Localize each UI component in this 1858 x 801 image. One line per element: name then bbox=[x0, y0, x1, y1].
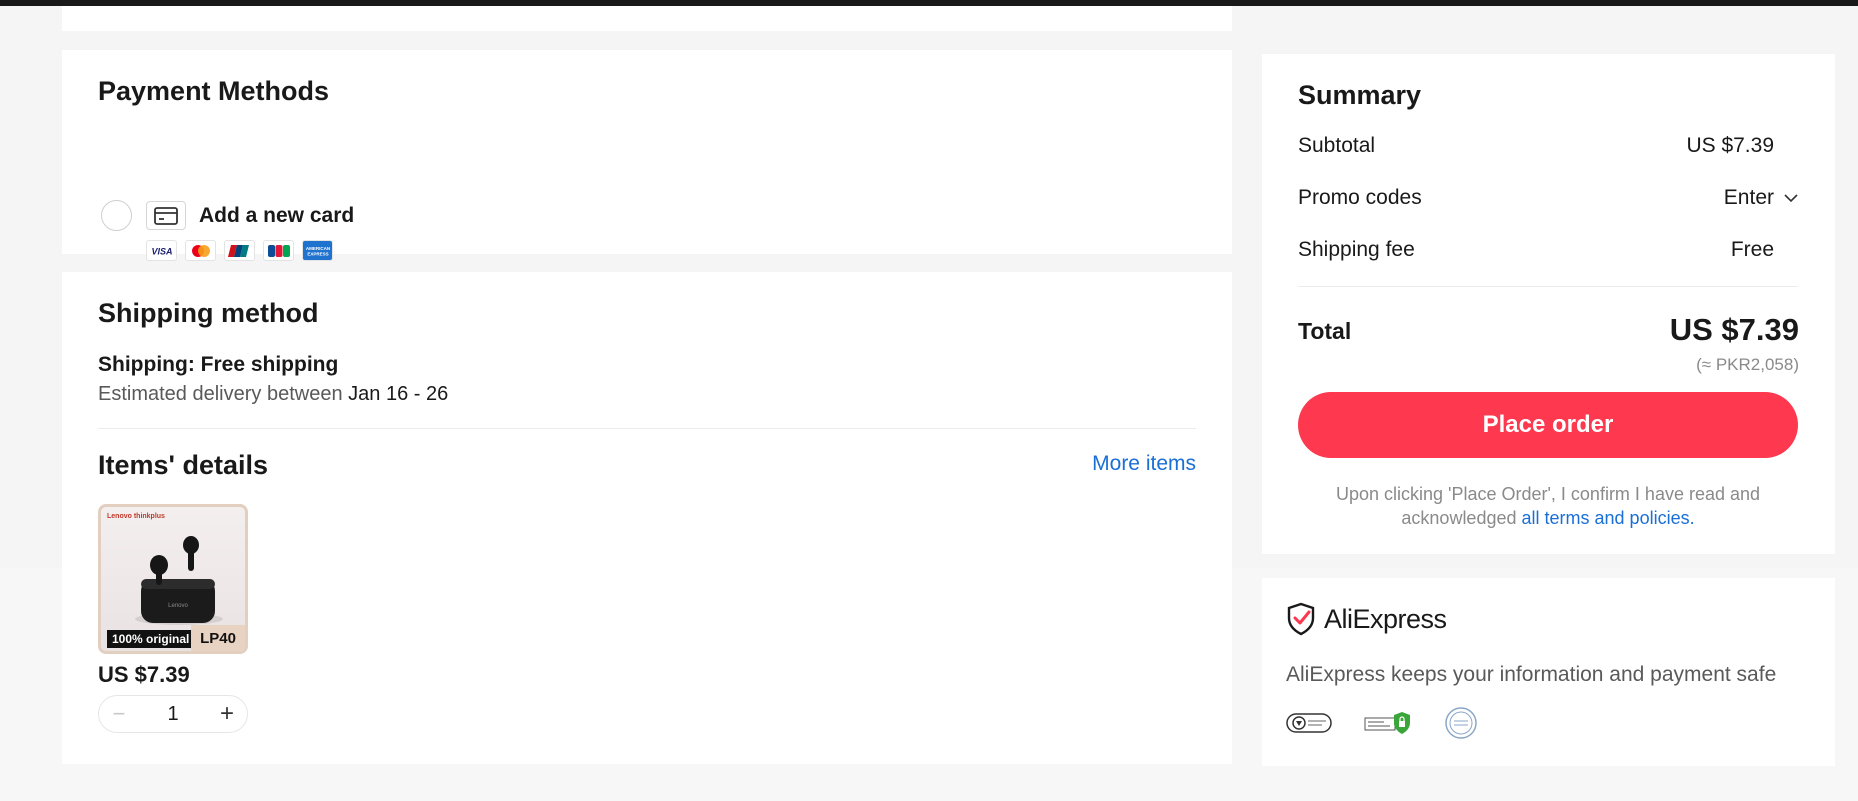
order-disclaimer: Upon clicking 'Place Order', I confirm I… bbox=[1298, 482, 1798, 530]
aliexpress-brand-name: AliExpress bbox=[1324, 603, 1447, 634]
shield-check-icon bbox=[1287, 602, 1315, 636]
estimate-prefix: Estimated delivery between bbox=[98, 383, 343, 405]
shipping-fee-label: Shipping fee bbox=[1298, 238, 1415, 261]
unionpay-icon bbox=[224, 240, 255, 261]
product-price: US $7.39 bbox=[98, 662, 190, 687]
previous-section-card bbox=[62, 6, 1232, 31]
original-badge: 100% original bbox=[107, 630, 195, 648]
shipping-fee-row: Shipping fee Free bbox=[1298, 238, 1798, 262]
estimate-dates: Jan 16 - 26 bbox=[348, 383, 449, 405]
visa-icon: VISA bbox=[146, 240, 177, 261]
shipping-fee-value: Free bbox=[1730, 238, 1774, 261]
place-order-button[interactable]: Place order bbox=[1298, 392, 1798, 458]
subtotal-value: US $7.39 bbox=[1686, 134, 1774, 157]
credit-card-icon bbox=[146, 201, 186, 230]
subtotal-row: Subtotal US $7.39 bbox=[1298, 134, 1798, 158]
summary-title: Summary bbox=[1298, 80, 1422, 110]
total-local-currency: (≈ PKR2,058) bbox=[1696, 355, 1799, 374]
security-certificates bbox=[1286, 706, 1478, 740]
mastercard-icon bbox=[185, 240, 216, 261]
aliexpress-logo: AliExpress bbox=[1286, 602, 1447, 636]
svg-text:Lenovo: Lenovo bbox=[168, 603, 188, 609]
promo-codes-toggle[interactable]: Enter bbox=[1724, 186, 1798, 210]
summary-divider bbox=[1298, 286, 1798, 287]
add-card-label[interactable]: Add a new card bbox=[199, 204, 354, 228]
order-summary-card: Summary Subtotal US $7.39 Promo codes En… bbox=[1262, 54, 1835, 554]
quantity-value[interactable]: 1 bbox=[167, 703, 178, 726]
product-image[interactable]: Lenovo thinkplus Lenovo 100% original LP… bbox=[98, 504, 248, 654]
payment-methods-title: Payment Methods bbox=[98, 76, 330, 106]
shipping-items-card: Shipping method Shipping: Free shipping … bbox=[62, 272, 1232, 764]
decrease-quantity-button[interactable]: − bbox=[109, 701, 129, 727]
safety-message: AliExpress keeps your information and pa… bbox=[1286, 663, 1777, 686]
quantity-stepper: − 1 + bbox=[98, 695, 248, 733]
total-value: US $7.39 bbox=[1669, 312, 1799, 347]
pci-certificate-icon bbox=[1286, 713, 1332, 733]
shipping-option: Shipping: Free shipping bbox=[98, 353, 339, 376]
card-brands: VISA AMERICAN EXPRESS bbox=[146, 240, 333, 261]
ssl-certificate-icon bbox=[1364, 712, 1410, 734]
estimated-delivery: Estimated delivery between Jan 16 - 26 bbox=[98, 383, 448, 406]
chevron-down-icon bbox=[1784, 194, 1798, 203]
subtotal-label: Subtotal bbox=[1298, 134, 1376, 157]
shipping-method-title: Shipping method bbox=[98, 298, 319, 328]
svg-text:EXPRESS: EXPRESS bbox=[307, 251, 328, 256]
section-divider bbox=[98, 428, 1196, 429]
promo-enter-text: Enter bbox=[1723, 186, 1774, 209]
promo-codes-label: Promo codes bbox=[1298, 186, 1422, 209]
svg-text:AMERICAN: AMERICAN bbox=[305, 246, 329, 251]
svg-text:VISA: VISA bbox=[151, 246, 172, 256]
promo-codes-row[interactable]: Promo codes Enter bbox=[1298, 186, 1798, 210]
product-model: LP40 bbox=[191, 625, 245, 651]
add-card-radio[interactable] bbox=[101, 200, 132, 231]
iso-certificate-icon bbox=[1445, 707, 1477, 739]
jcb-icon bbox=[263, 240, 294, 261]
payment-safety-card: AliExpress AliExpress keeps your informa… bbox=[1262, 578, 1835, 766]
increase-quantity-button[interactable]: + bbox=[217, 700, 237, 728]
terms-policies-link[interactable]: all terms and policies. bbox=[1522, 508, 1695, 528]
amex-icon: AMERICAN EXPRESS bbox=[302, 240, 333, 261]
more-items-link[interactable]: More items bbox=[1092, 452, 1196, 476]
total-label: Total bbox=[1298, 318, 1352, 344]
items-details-title: Items' details bbox=[98, 450, 268, 480]
payment-methods-card: Payment Methods Add a new card VISA AMER… bbox=[62, 50, 1232, 261]
